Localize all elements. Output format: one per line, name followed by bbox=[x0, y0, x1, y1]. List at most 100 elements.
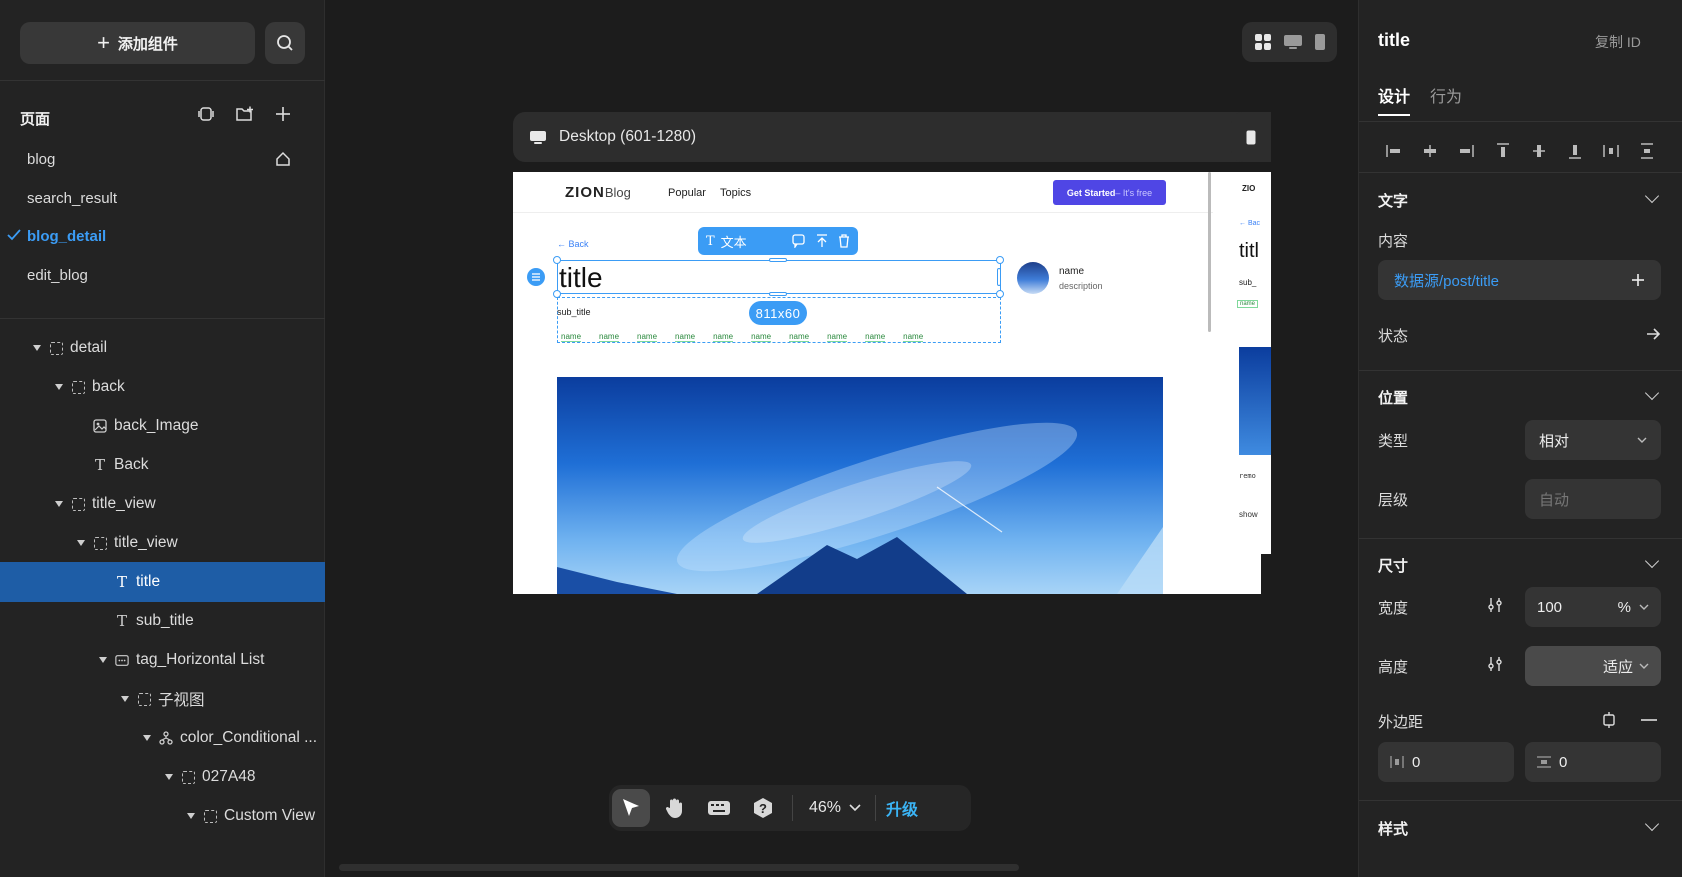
expand-icon[interactable] bbox=[143, 735, 151, 741]
drag-handle-icon[interactable] bbox=[527, 268, 545, 286]
move-up-icon[interactable] bbox=[816, 234, 828, 248]
content-label: 内容 bbox=[1378, 233, 1409, 250]
tree-label: 027A48 bbox=[202, 768, 256, 785]
align-top-icon[interactable] bbox=[1492, 140, 1514, 162]
keyboard-button[interactable] bbox=[700, 789, 738, 827]
hero-image bbox=[557, 377, 1163, 594]
expand-icon[interactable] bbox=[77, 540, 85, 546]
add-page-button[interactable] bbox=[270, 101, 296, 127]
preview-sub-title: sub_title bbox=[557, 307, 591, 317]
author-name: name bbox=[1059, 266, 1085, 277]
width-unit[interactable]: % bbox=[1618, 599, 1631, 616]
tree-item-title[interactable]: T title bbox=[0, 562, 325, 602]
expand-icon[interactable] bbox=[165, 774, 173, 780]
plus-icon[interactable] bbox=[1631, 273, 1645, 287]
select-tool-button[interactable] bbox=[612, 789, 650, 827]
plus-icon: + bbox=[97, 30, 110, 55]
height-constraint-icon[interactable] bbox=[1487, 656, 1503, 672]
mobile-icon[interactable] bbox=[1314, 33, 1326, 51]
nav-topics[interactable]: Topics bbox=[720, 187, 751, 199]
desktop-preview-frame[interactable]: ZIONBlog Popular Topics Get Started – It… bbox=[513, 172, 1261, 594]
tree-item-027a48[interactable]: 027A48 bbox=[0, 757, 325, 797]
canvas[interactable]: Desktop (601-1280) ZIONBlog Popular Topi… bbox=[325, 0, 1358, 877]
tree-item-sub-title[interactable]: T sub_title bbox=[0, 601, 325, 641]
zoom-dropdown[interactable]: 46% bbox=[799, 799, 871, 817]
align-left-icon[interactable] bbox=[1383, 140, 1405, 162]
chevron-down-icon[interactable] bbox=[1644, 816, 1660, 832]
desktop-icon[interactable] bbox=[1283, 34, 1303, 50]
align-center-h-icon[interactable] bbox=[1419, 140, 1441, 162]
style-section-title: 样式 bbox=[1378, 821, 1409, 838]
back-link[interactable]: ← Back bbox=[557, 239, 589, 249]
horizontal-list-icon bbox=[115, 653, 129, 667]
tab-design[interactable]: 设计 bbox=[1378, 83, 1410, 107]
get-started-button[interactable]: Get Started – It's free bbox=[1053, 180, 1166, 205]
distribute-h-icon[interactable] bbox=[1600, 140, 1622, 162]
margin-horizontal-icon bbox=[1390, 756, 1404, 768]
margin-horizontal-input[interactable]: 0 bbox=[1378, 742, 1514, 782]
expand-icon[interactable] bbox=[121, 696, 129, 702]
title-selection[interactable]: title bbox=[557, 260, 1001, 294]
tree-item-back-image[interactable]: back_Image bbox=[0, 406, 325, 446]
hand-tool-button[interactable] bbox=[656, 789, 694, 827]
page-item-blog-detail[interactable]: blog_detail bbox=[27, 228, 106, 245]
width-input[interactable]: 100 % bbox=[1525, 587, 1661, 627]
layer-input[interactable]: 自动 bbox=[1525, 479, 1661, 519]
help-button[interactable]: ? bbox=[744, 789, 782, 827]
tab-behavior[interactable]: 行为 bbox=[1430, 83, 1462, 107]
width-constraint-icon[interactable] bbox=[1487, 597, 1503, 613]
mobile-device-bar[interactable] bbox=[1231, 112, 1271, 162]
margin-vertical-input[interactable]: 0 bbox=[1525, 742, 1661, 782]
tag: name bbox=[637, 332, 658, 342]
folder-plus-icon bbox=[236, 106, 254, 122]
expand-icon[interactable] bbox=[99, 657, 107, 663]
expand-icon[interactable] bbox=[55, 501, 63, 507]
expand-icon[interactable] bbox=[33, 345, 41, 351]
tree-item-back-text[interactable]: T Back bbox=[0, 445, 325, 485]
height-select[interactable]: 适应 bbox=[1525, 646, 1661, 686]
align-bottom-icon[interactable] bbox=[1564, 140, 1586, 162]
tree-item-custom-view[interactable]: Custom View bbox=[0, 796, 325, 836]
tree-item-conditional[interactable]: color_Conditional ... bbox=[0, 718, 325, 758]
page-settings-button[interactable] bbox=[193, 101, 219, 127]
horizontal-scrollbar[interactable] bbox=[339, 864, 1019, 871]
add-component-button[interactable]: + 添加组件 bbox=[20, 22, 255, 64]
tree-item-detail[interactable]: detail bbox=[0, 328, 325, 368]
expand-icon[interactable] bbox=[55, 384, 63, 390]
tree-item-back[interactable]: back bbox=[0, 367, 325, 407]
page-item-blog[interactable]: blog bbox=[27, 151, 55, 168]
tree-item-tag-list[interactable]: tag_Horizontal List bbox=[0, 640, 325, 680]
tree-item-title-view[interactable]: title_view bbox=[0, 484, 325, 524]
position-type-select[interactable]: 相对 bbox=[1525, 420, 1661, 460]
chevron-down-icon bbox=[1639, 604, 1649, 611]
mobile-preview-frame[interactable]: ZIO ← Bac titl sub_ name remo show bbox=[1231, 172, 1271, 554]
minus-icon[interactable] bbox=[1641, 719, 1657, 721]
delete-icon[interactable] bbox=[838, 234, 850, 248]
chevron-down-icon[interactable] bbox=[1644, 385, 1660, 401]
page-item-search-result[interactable]: search_result bbox=[27, 190, 117, 207]
add-folder-button[interactable] bbox=[232, 101, 258, 127]
arrow-right-icon[interactable] bbox=[1646, 328, 1660, 340]
device-bar[interactable]: Desktop (601-1280) bbox=[513, 112, 1261, 162]
align-center-v-icon[interactable] bbox=[1528, 140, 1550, 162]
distribute-v-icon[interactable] bbox=[1636, 140, 1658, 162]
tree-item-subview[interactable]: 子视图 bbox=[0, 679, 325, 719]
align-right-icon[interactable] bbox=[1455, 140, 1477, 162]
chevron-down-icon[interactable] bbox=[1644, 188, 1660, 204]
grid-view-icon[interactable] bbox=[1254, 33, 1272, 51]
chevron-down-icon[interactable] bbox=[1644, 553, 1660, 569]
element-type-label: 文本 bbox=[720, 234, 747, 250]
search-button[interactable] bbox=[265, 22, 305, 64]
tag: name bbox=[561, 332, 582, 342]
expand-icon[interactable] bbox=[187, 813, 195, 819]
page-item-edit-blog[interactable]: edit_blog bbox=[27, 267, 88, 284]
margin-individual-icon[interactable] bbox=[1601, 712, 1617, 728]
copy-id-button[interactable]: 复制 ID bbox=[1595, 32, 1641, 52]
content-binding-field[interactable]: 数据源/post/title bbox=[1378, 260, 1661, 300]
tree-item-title-view-inner[interactable]: title_view bbox=[0, 523, 325, 563]
comment-icon[interactable] bbox=[792, 234, 806, 248]
upgrade-button[interactable]: 升级 bbox=[886, 796, 918, 820]
desktop-icon bbox=[529, 130, 547, 145]
tag-list: name name name name name name name name … bbox=[561, 332, 924, 342]
nav-popular[interactable]: Popular bbox=[668, 187, 706, 199]
